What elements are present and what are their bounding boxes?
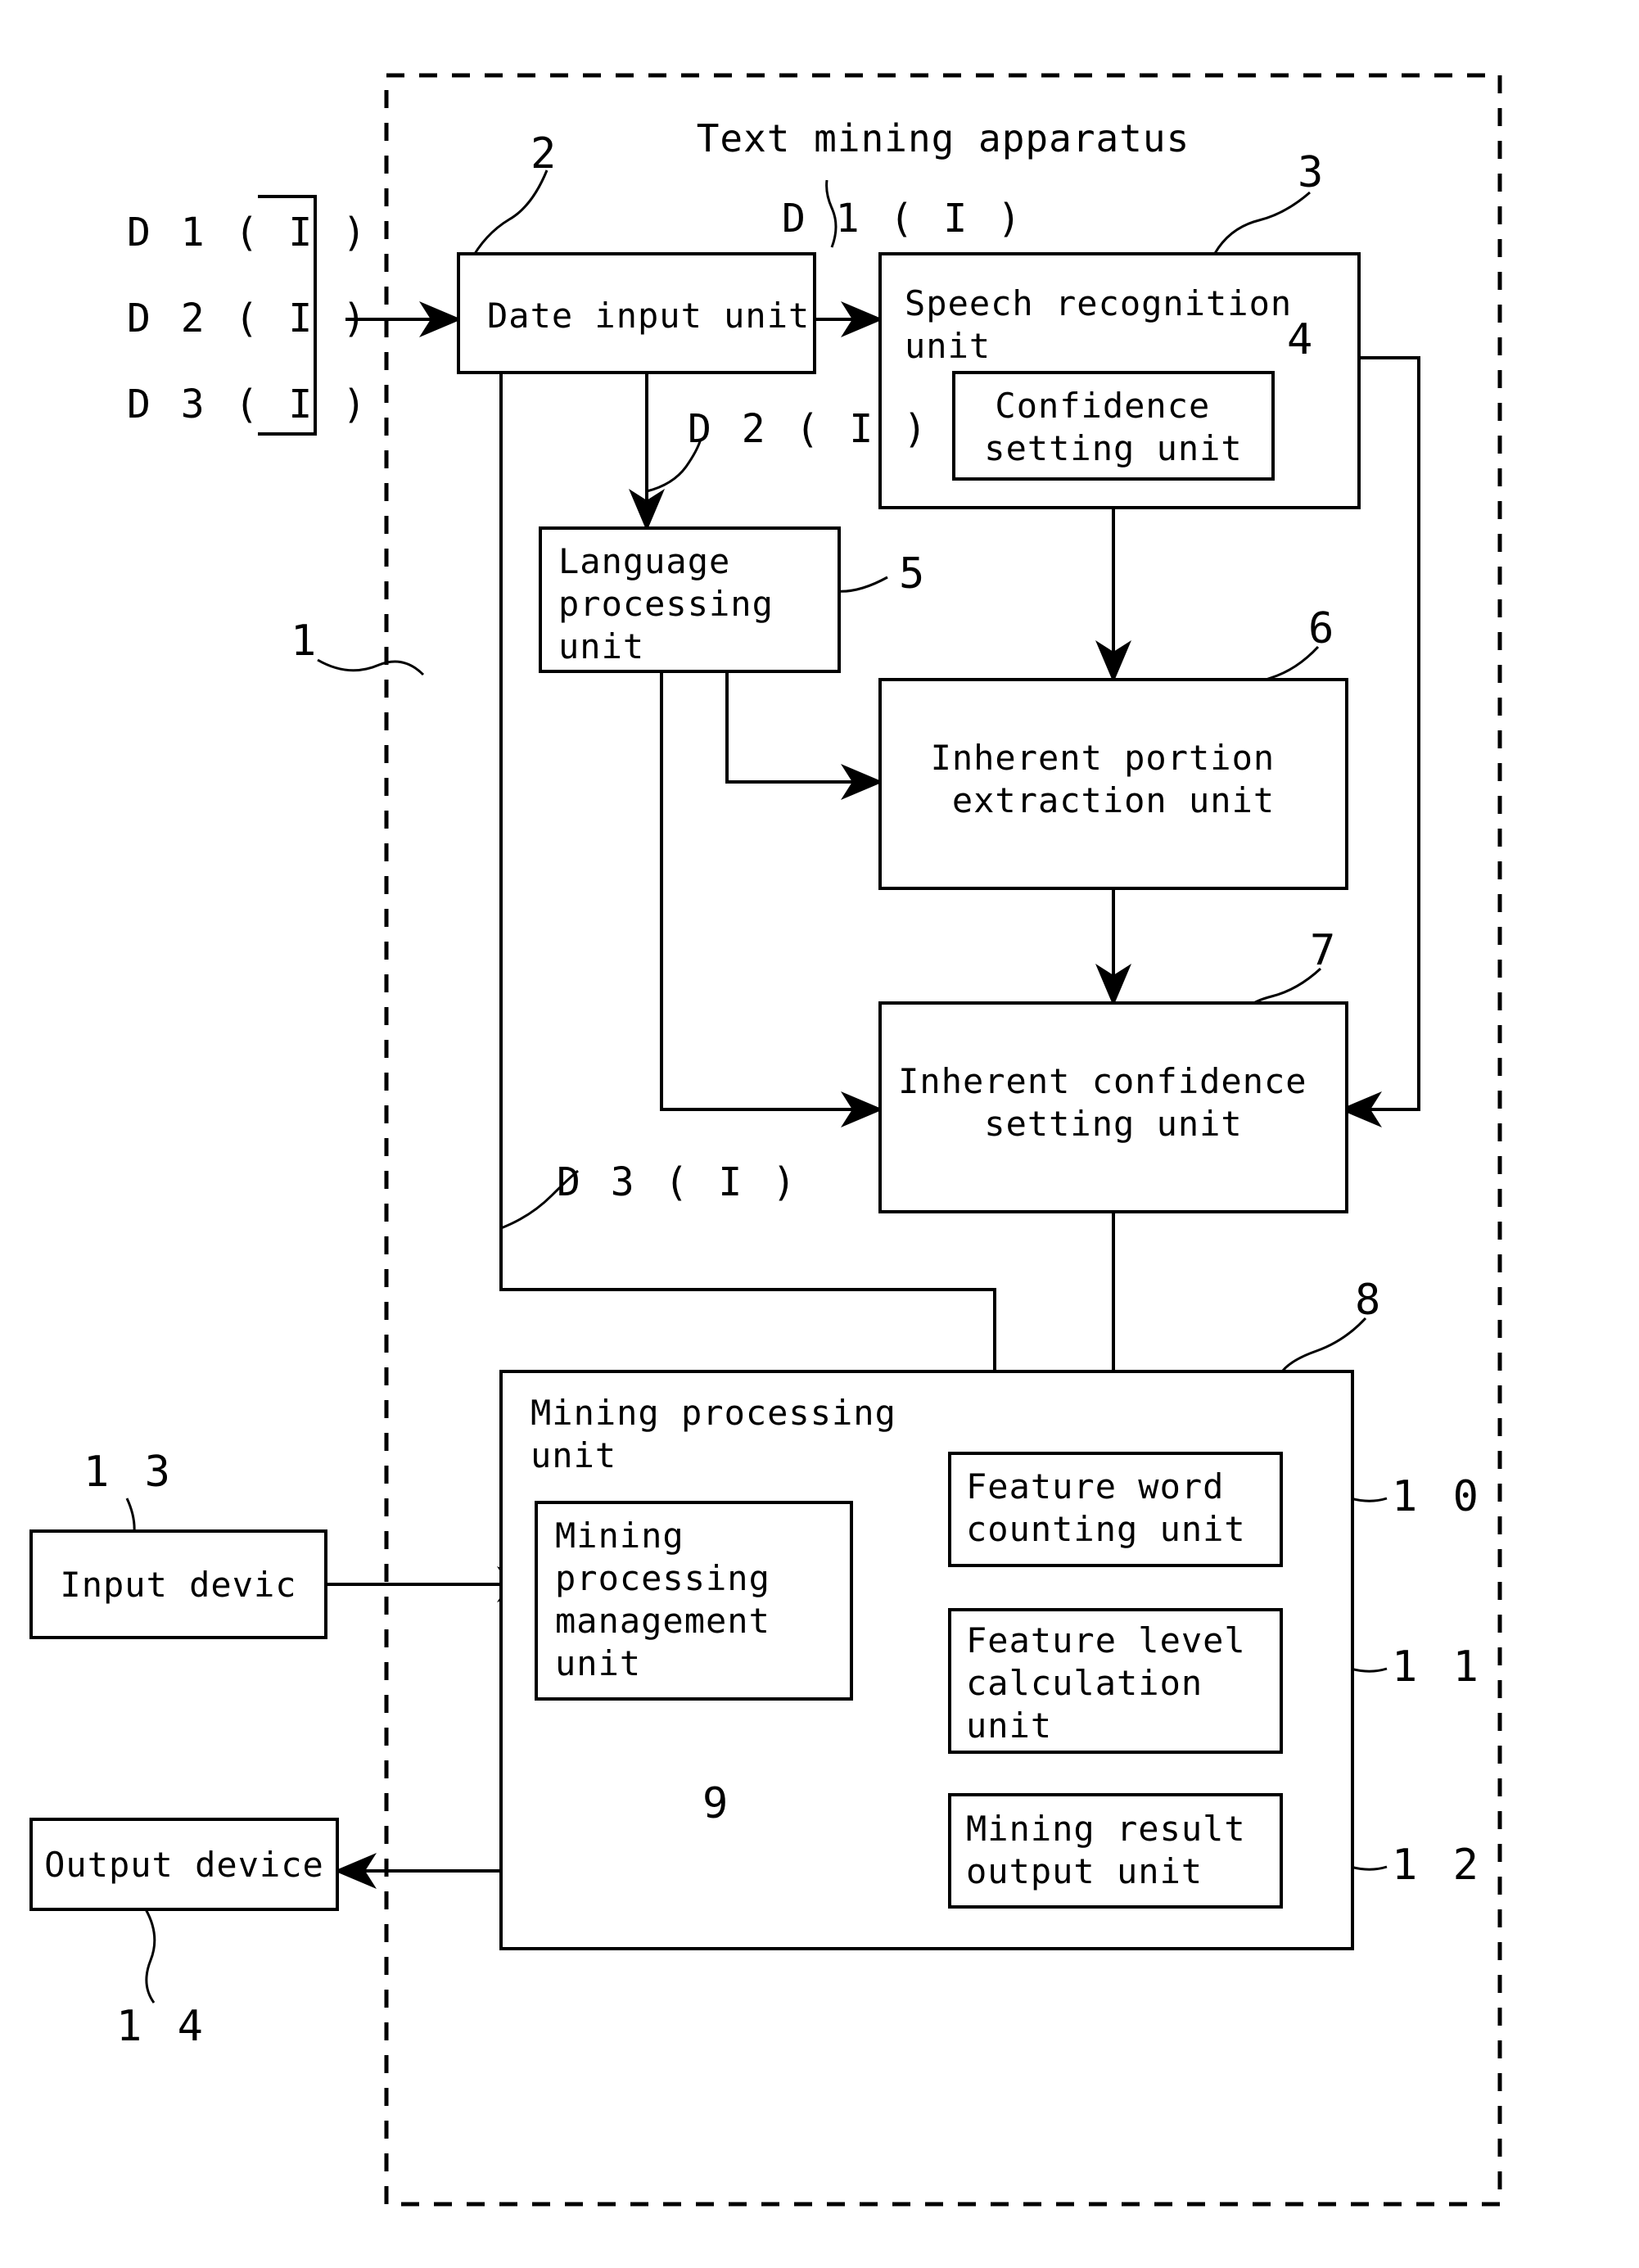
- ref-numeral-2: 2: [531, 129, 561, 178]
- ref-numeral-8: 8: [1355, 1276, 1385, 1325]
- ref-numeral-14: 1 4: [116, 2002, 208, 2051]
- signal-label-d2-inner: D 2 ( I ): [688, 406, 930, 452]
- apparatus-title: Text mining apparatus: [697, 116, 1190, 160]
- ref-numeral-11: 1 1: [1392, 1642, 1483, 1692]
- signal-label-d3-left: D 3 ( I ): [127, 382, 369, 427]
- leader-line-ref-1: [317, 658, 425, 676]
- leader-line-ref-2: [468, 169, 549, 263]
- ref-numeral-3: 3: [1298, 148, 1328, 197]
- ref-numeral-7: 7: [1310, 926, 1340, 975]
- label-output-device: Output device: [44, 1845, 324, 1885]
- ref-numeral-1: 1: [291, 617, 321, 666]
- signal-label-d1-left: D 1 ( I ): [127, 210, 369, 255]
- ref-numeral-6: 6: [1308, 604, 1339, 653]
- label-input-device: Input devic: [60, 1565, 296, 1605]
- ref-numeral-13: 1 3: [84, 1448, 175, 1497]
- connector-language-processing-to-inherent-portion: [725, 671, 883, 800]
- leader-line-ref-14: [144, 1909, 156, 2004]
- leader-line-ref-3: [1210, 191, 1311, 260]
- ref-numeral-12: 1 2: [1392, 1841, 1483, 1890]
- ref-numeral-5: 5: [899, 549, 929, 599]
- signal-label-d3-inner: D 3 ( I ): [557, 1159, 799, 1205]
- leader-line-ref-8: [1279, 1317, 1367, 1375]
- label-date-input: Date input unit: [487, 296, 810, 336]
- signal-label-d2-left: D 2 ( I ): [127, 296, 369, 341]
- ref-numeral-9: 9: [702, 1779, 733, 1828]
- ref-numeral-10: 1 0: [1392, 1472, 1483, 1521]
- signal-label-d1-inner: D 1 ( I ): [782, 196, 1024, 242]
- patent-figure: Text mining apparatus D 1 ( I ) D 2 ( I …: [0, 0, 1639, 2268]
- connector-language-processing-to-inherent-confidence: [660, 671, 883, 1127]
- ref-numeral-4: 4: [1287, 315, 1317, 364]
- diagram-canvas: Text mining apparatus D 1 ( I ) D 2 ( I …: [29, 73, 1502, 2207]
